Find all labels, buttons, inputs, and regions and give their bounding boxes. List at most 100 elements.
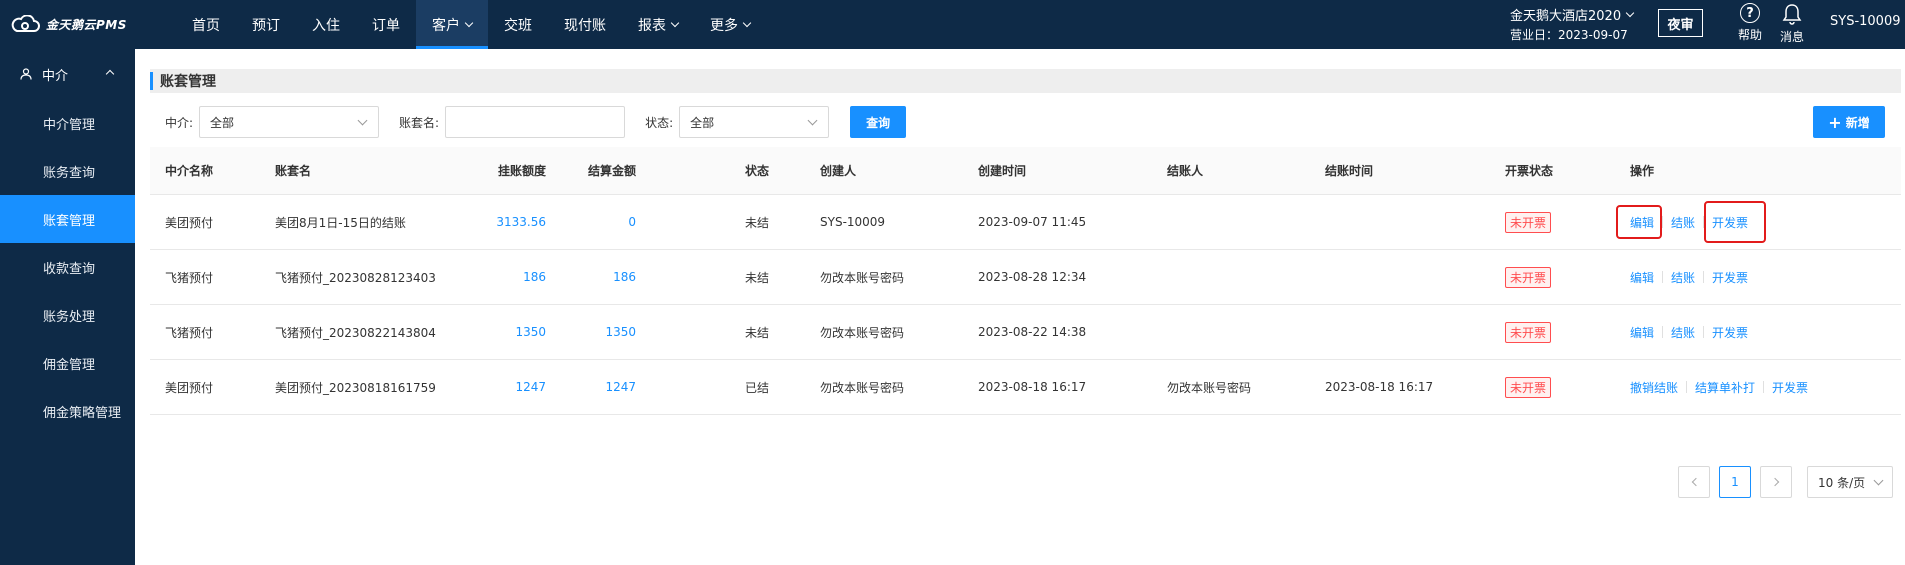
page-number-current[interactable]: 1 <box>1719 466 1751 498</box>
title-accent-bar <box>150 72 153 90</box>
help-button[interactable]: ? 帮助 <box>1738 3 1762 43</box>
top-bar: 金天鹅云PMS 首页 预订 入住 订单 客户 交班 现付账 报表 更多 金天鹅大… <box>0 0 1905 49</box>
account-name-input[interactable] <box>445 106 626 138</box>
closed-time-cell: 2023-08-18 16:17 <box>1325 380 1434 394</box>
hotel-selector[interactable]: 金天鹅大酒店2020 营业日：2023-09-07 <box>1510 5 1635 43</box>
column-header: 状态 <box>745 164 770 178</box>
nav-item-more[interactable]: 更多 <box>694 0 766 49</box>
settle-link[interactable]: 结账 <box>1671 214 1695 231</box>
creator-cell: SYS-10009 <box>820 215 886 229</box>
status-select[interactable]: 全部 <box>679 106 830 138</box>
sidebar-section-label: 中介 <box>42 68 69 84</box>
help-label: 帮助 <box>1738 28 1763 42</box>
sidebar-item-account-set-management[interactable]: 账套管理 <box>0 195 135 243</box>
nav-label: 交班 <box>504 17 532 34</box>
invoice-status-badge: 未开票 <box>1505 211 1552 233</box>
nav-item-cash-account[interactable]: 现付账 <box>548 0 622 49</box>
messages-label: 消息 <box>1780 30 1805 44</box>
page-title: 账套管理 <box>160 74 216 90</box>
settle-amount-link[interactable]: 186 <box>550 250 636 304</box>
reprint-statement-link[interactable]: 结算单补打 <box>1695 379 1755 396</box>
sidebar-section-agent[interactable]: 中介 <box>0 49 135 99</box>
main-content: 账套管理 中介: 全部 账套名: 状态: 全部 查询 + 新增 中介名称 账套名… <box>135 49 1905 565</box>
row-actions: 编辑 结账 开发票 <box>1630 195 1748 249</box>
created-time-cell: 2023-08-28 12:34 <box>978 270 1087 284</box>
edit-link[interactable]: 编辑 <box>1630 324 1654 341</box>
issue-invoice-link[interactable]: 开发票 <box>1712 324 1748 341</box>
app-logo[interactable]: 金天鹅云PMS <box>10 12 127 36</box>
chevron-down-icon <box>464 18 474 27</box>
action-divider <box>1703 216 1705 228</box>
nav-label: 入住 <box>312 17 340 34</box>
issue-invoice-link[interactable]: 开发票 <box>1712 214 1748 231</box>
chevron-down-icon <box>1873 475 1884 486</box>
nav-item-orders[interactable]: 订单 <box>356 0 416 49</box>
column-header: 结账人 <box>1167 164 1204 178</box>
agent-cell: 美团预付 <box>165 380 214 395</box>
nav-item-booking[interactable]: 预订 <box>236 0 296 49</box>
nav-item-checkin[interactable]: 入住 <box>296 0 356 49</box>
column-header: 开票状态 <box>1505 164 1554 178</box>
logo-text: 金天鹅云PMS <box>46 17 127 32</box>
credit-amount-link[interactable]: 3133.56 <box>450 195 546 249</box>
status-cell: 未结 <box>745 325 770 340</box>
nav-item-home[interactable]: 首页 <box>176 0 236 49</box>
account-name-cell: 飞猪预付_20230828123403 <box>275 270 436 285</box>
sidebar-item-commission-management[interactable]: 佣金管理 <box>0 339 135 387</box>
filter-bar: 中介: 全部 账套名: 状态: 全部 查询 <box>165 106 907 138</box>
settle-link[interactable]: 结账 <box>1671 324 1695 341</box>
row-actions: 编辑 结账 开发票 <box>1630 305 1748 359</box>
action-divider <box>1662 216 1664 228</box>
table-row: 美团预付 美团8月1日-15日的结账 3133.56 0 未结 SYS-1000… <box>150 195 1901 250</box>
created-time-cell: 2023-08-18 16:17 <box>978 380 1087 394</box>
status-select-value: 全部 <box>690 115 715 130</box>
row-actions: 编辑 结账 开发票 <box>1630 250 1748 304</box>
bell-icon <box>1782 4 1802 25</box>
credit-amount-link[interactable]: 1350 <box>450 305 546 359</box>
settle-link[interactable]: 结账 <box>1671 269 1695 286</box>
table-row: 飞猪预付 飞猪预付_20230828123403 186 186 未结 勿改本账… <box>150 250 1901 305</box>
edit-link[interactable]: 编辑 <box>1630 269 1654 286</box>
settle-amount-link[interactable]: 0 <box>550 195 636 249</box>
issue-invoice-link[interactable]: 开发票 <box>1772 379 1808 396</box>
invoice-status-badge: 未开票 <box>1505 321 1552 343</box>
agent-cell: 飞猪预付 <box>165 270 214 285</box>
page-title-bar: 账套管理 <box>150 69 1901 93</box>
chevron-down-icon <box>357 115 368 126</box>
nav-item-customers[interactable]: 客户 <box>416 0 488 49</box>
column-header: 结算金额 <box>587 164 636 178</box>
account-name-label: 账套名: <box>399 115 440 130</box>
sidebar-item-account-processing[interactable]: 账务处理 <box>0 291 135 339</box>
column-header: 挂账额度 <box>497 164 546 178</box>
nav-item-reports[interactable]: 报表 <box>622 0 694 49</box>
row-actions: 撤销结账 结算单补打 开发票 <box>1630 360 1808 414</box>
chevron-down-icon <box>742 18 752 27</box>
sidebar-item-agent-management[interactable]: 中介管理 <box>0 99 135 147</box>
sidebar-item-commission-strategy[interactable]: 佣金策略管理 <box>0 387 135 435</box>
sidebar-item-payment-query[interactable]: 收款查询 <box>0 243 135 291</box>
add-button[interactable]: + 新增 <box>1813 106 1885 138</box>
chevron-down-icon <box>670 18 680 27</box>
cancel-settlement-link[interactable]: 撤销结账 <box>1630 379 1678 396</box>
settle-amount-link[interactable]: 1350 <box>550 305 636 359</box>
invoice-status-badge: 未开票 <box>1505 376 1552 398</box>
edit-link[interactable]: 编辑 <box>1630 214 1654 231</box>
agent-select[interactable]: 全部 <box>199 106 380 138</box>
night-audit-button[interactable]: 夜审 <box>1658 9 1703 37</box>
invoice-status-badge: 未开票 <box>1505 266 1552 288</box>
user-menu[interactable]: SYS-10009 <box>1830 14 1905 29</box>
nav-item-shift[interactable]: 交班 <box>488 0 548 49</box>
pagination: 1 10 条/页 <box>135 466 1905 498</box>
prev-page-button[interactable] <box>1678 466 1710 498</box>
settle-amount-link[interactable]: 1247 <box>550 360 636 414</box>
messages-button[interactable]: 消息 <box>1780 3 1804 45</box>
issue-invoice-link[interactable]: 开发票 <box>1712 269 1748 286</box>
status-cell: 未结 <box>745 270 770 285</box>
credit-amount-link[interactable]: 186 <box>450 250 546 304</box>
sidebar-item-account-query[interactable]: 账务查询 <box>0 147 135 195</box>
page-size-select[interactable]: 10 条/页 <box>1807 466 1893 498</box>
query-button[interactable]: 查询 <box>850 106 907 138</box>
next-page-button[interactable] <box>1760 466 1792 498</box>
credit-amount-link[interactable]: 1247 <box>450 360 546 414</box>
user-name: SYS-10009 <box>1830 14 1901 29</box>
